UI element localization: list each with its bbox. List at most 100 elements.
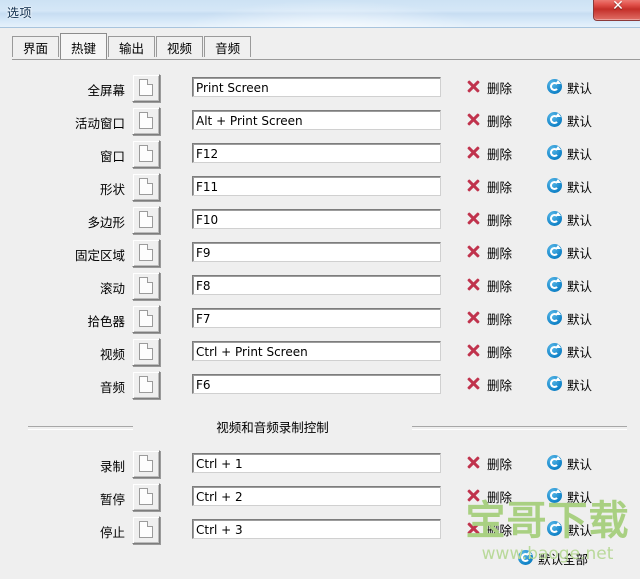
default-label: 默认 (567, 312, 593, 327)
blue-refresh-icon (547, 178, 562, 193)
hotkey-input[interactable] (192, 341, 441, 361)
blue-refresh-icon (547, 244, 562, 259)
delete-label: 删除 (487, 279, 513, 294)
delete-label: 删除 (487, 246, 513, 261)
red-x-icon (467, 522, 480, 535)
hotkey-row: 停止 删除 默认 (12, 516, 640, 546)
hotkey-input[interactable] (192, 110, 441, 130)
hotkey-picker-button[interactable] (132, 239, 160, 267)
hotkey-input[interactable] (192, 143, 441, 163)
delete-label: 删除 (487, 213, 513, 228)
hotkey-row: 滚动 删除 默认 (12, 272, 640, 302)
delete-label: 删除 (487, 345, 513, 360)
default-all-label: 默认全部 (538, 552, 589, 567)
hotkey-picker-button[interactable] (132, 450, 160, 478)
red-x-icon (467, 377, 480, 390)
hotkey-picker-button[interactable] (132, 173, 160, 201)
hotkey-picker-button[interactable] (132, 338, 160, 366)
default-label: 默认 (567, 81, 593, 96)
hotkey-picker-button[interactable] (132, 305, 160, 333)
document-page-icon (139, 145, 153, 162)
hotkey-row: 形状 删除 默认 (12, 173, 640, 203)
close-icon: ✕ (612, 0, 624, 14)
red-x-icon (467, 245, 480, 258)
blue-refresh-icon (547, 376, 562, 391)
red-x-icon (467, 179, 480, 192)
separator-line-left (28, 426, 133, 430)
hotkey-label: 全屏幕 (87, 83, 125, 98)
hotkey-label: 形状 (99, 182, 125, 197)
hotkey-label: 固定区域 (74, 248, 125, 263)
hotkey-input[interactable] (192, 242, 441, 262)
delete-label: 删除 (487, 114, 513, 129)
hotkeys-panel: 全屏幕删除默认活动窗口删除默认窗口删除默认形状删除默认多边形删除默认固定区域删除… (12, 60, 640, 578)
blue-refresh-icon (547, 455, 562, 470)
document-page-icon (139, 455, 153, 472)
hotkey-picker-button[interactable] (132, 516, 160, 544)
default-label: 默认 (567, 147, 593, 162)
hotkey-row: 视频 删除 默认 (12, 338, 640, 368)
default-label: 默认 (567, 345, 593, 360)
red-x-icon (467, 212, 480, 225)
hotkey-row: 多边形 删除 默认 (12, 206, 640, 236)
hotkey-input[interactable] (192, 486, 441, 506)
hotkey-label: 暂停 (99, 492, 125, 507)
hotkey-label: 滚动 (99, 281, 125, 296)
blue-refresh-icon (547, 79, 562, 94)
document-page-icon (139, 521, 153, 538)
hotkey-picker-button[interactable] (132, 107, 160, 135)
hotkey-input[interactable] (192, 77, 441, 97)
document-page-icon (139, 79, 153, 96)
default-label: 默认 (567, 180, 593, 195)
hotkey-input[interactable] (192, 374, 441, 394)
red-x-icon (467, 146, 480, 159)
default-label: 默认 (567, 213, 593, 228)
hotkey-picker-button[interactable] (132, 272, 160, 300)
document-page-icon (139, 277, 153, 294)
tab-4[interactable]: 音频 (204, 36, 252, 57)
hotkey-label: 录制 (99, 459, 125, 474)
hotkey-row: 活动窗口 删除 默认 (12, 107, 640, 137)
hotkey-input[interactable] (192, 308, 441, 328)
default-label: 默认 (567, 246, 593, 261)
red-x-icon (467, 489, 480, 502)
close-button[interactable]: ✕ (593, 0, 640, 21)
hotkey-label: 多边形 (87, 215, 125, 230)
delete-label: 删除 (487, 378, 513, 393)
hotkey-picker-button[interactable] (132, 74, 160, 102)
hotkey-label: 停止 (99, 525, 125, 540)
document-page-icon (139, 343, 153, 360)
hotkey-picker-button[interactable] (132, 140, 160, 168)
default-label: 默认 (567, 457, 593, 472)
default-label: 默认 (567, 523, 593, 538)
hotkey-input[interactable] (192, 209, 441, 229)
delete-label: 删除 (487, 490, 513, 505)
hotkey-picker-button[interactable] (132, 206, 160, 234)
hotkey-input[interactable] (192, 275, 441, 295)
hotkey-picker-button[interactable] (132, 483, 160, 511)
blue-refresh-icon (547, 343, 562, 358)
hotkey-input[interactable] (192, 176, 441, 196)
tab-0[interactable]: 界面 (12, 36, 60, 57)
tab-3[interactable]: 视频 (156, 36, 204, 57)
document-page-icon (139, 488, 153, 505)
blue-refresh-icon (547, 521, 562, 536)
default-label: 默认 (567, 490, 593, 505)
hotkey-row: 全屏幕 删除 默认 (12, 74, 640, 104)
document-page-icon (139, 211, 153, 228)
hotkey-picker-button[interactable] (132, 371, 160, 399)
blue-refresh-icon (547, 145, 562, 160)
hotkey-label: 音频 (99, 380, 125, 395)
tab-page-hotkeys: 全屏幕删除默认活动窗口删除默认窗口删除默认形状删除默认多边形删除默认固定区域删除… (12, 59, 640, 579)
document-page-icon (139, 310, 153, 327)
delete-label: 删除 (487, 457, 513, 472)
section-separator: 视频和音频录制控制 (12, 417, 640, 437)
hotkey-input[interactable] (192, 519, 441, 539)
tab-1[interactable]: 热键 (60, 33, 108, 59)
blue-refresh-icon (547, 310, 562, 325)
hotkey-input[interactable] (192, 453, 441, 473)
blue-refresh-icon (547, 211, 562, 226)
tab-2[interactable]: 输出 (108, 36, 156, 57)
hotkey-label: 视频 (99, 347, 125, 362)
tab-strip: 界面 热键 输出 视频 音频 (12, 33, 252, 60)
